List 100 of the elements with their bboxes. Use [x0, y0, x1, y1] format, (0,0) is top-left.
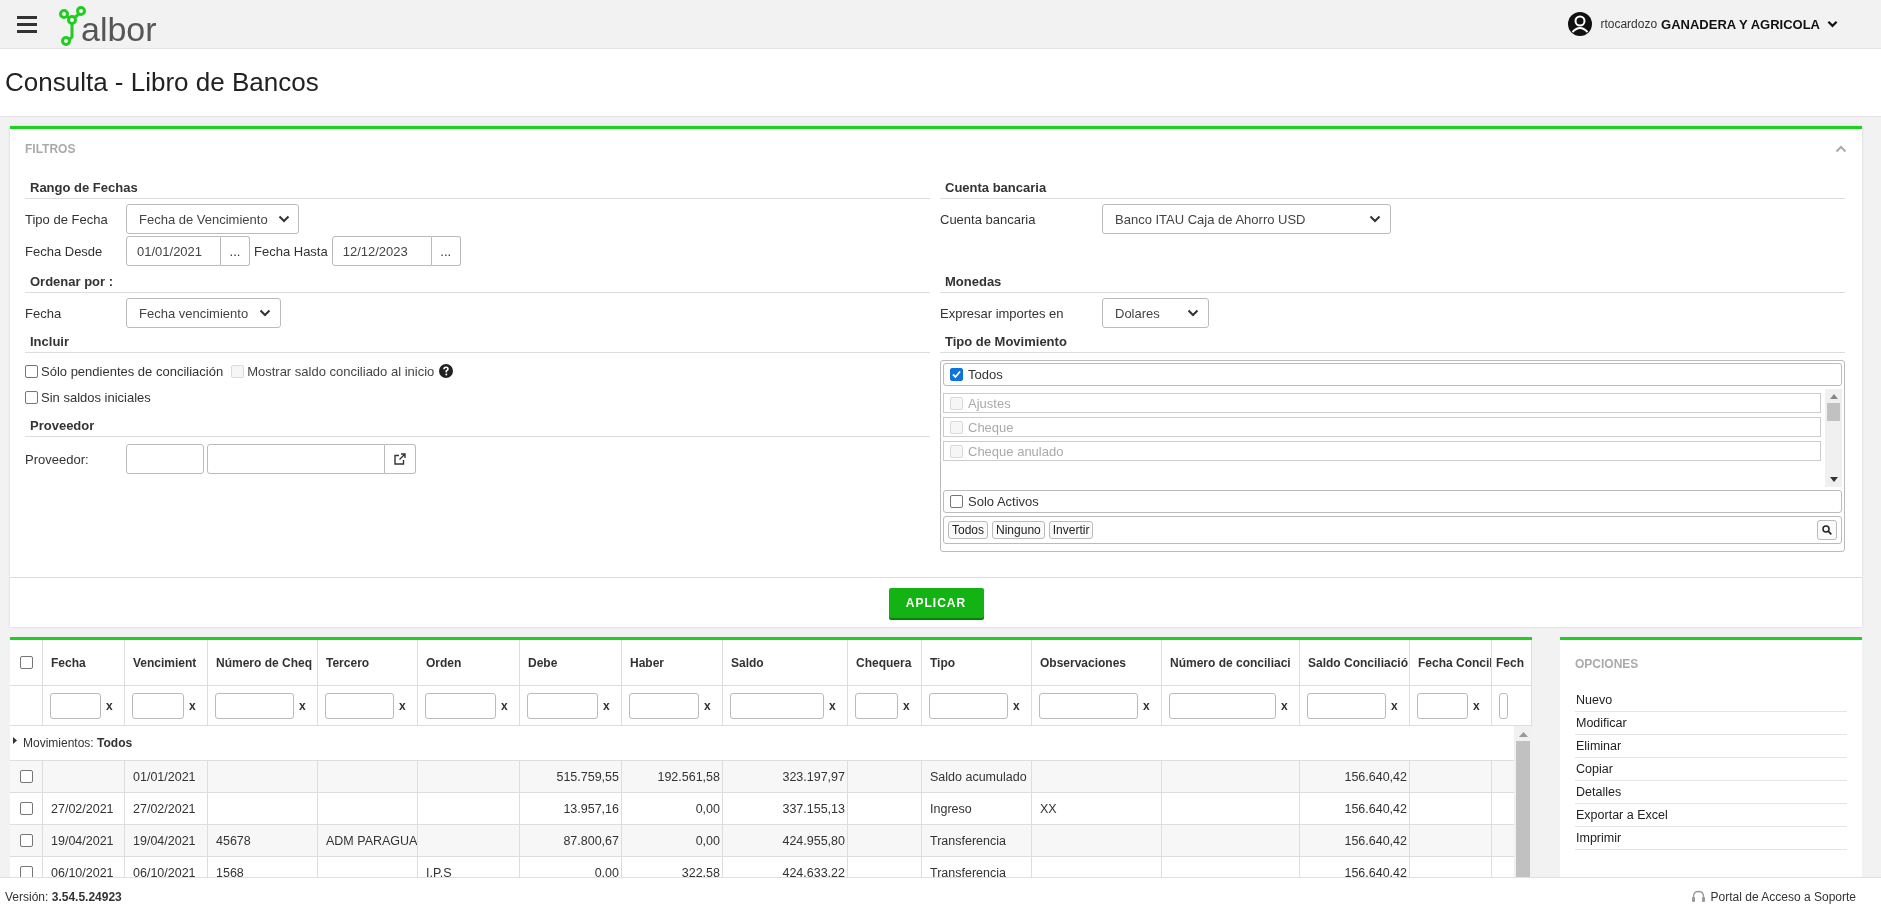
section-heading: Tipo de Movimiento [940, 332, 1845, 353]
filter-field[interactable] [325, 692, 394, 719]
filter-field[interactable] [1307, 692, 1386, 719]
filter-field[interactable] [132, 692, 184, 719]
checkbox[interactable] [19, 802, 33, 815]
supplier-name-field[interactable] [207, 444, 385, 474]
bank-account-dropdown[interactable]: Banco ITAU Caja de Ahorro USD [1102, 204, 1391, 234]
column-header[interactable]: Tercero [318, 640, 418, 685]
field-label: Tipo de Fecha [25, 211, 109, 227]
date-picker-button[interactable]: ... [221, 236, 250, 266]
column-header[interactable]: Número de conciliaci [1162, 640, 1300, 685]
open-link-button[interactable] [385, 444, 416, 474]
clear-filter-button[interactable]: x [1473, 698, 1480, 713]
table-cell: ADM PARAGUA [326, 833, 417, 848]
column-header[interactable]: Número de Cheq [208, 640, 318, 685]
checkbox[interactable] [950, 368, 963, 381]
field-label: Fecha [25, 305, 63, 321]
table-cell: 19/04/2021 [51, 833, 114, 848]
filter-field[interactable] [215, 692, 294, 719]
sort-dropdown[interactable]: Fecha vencimiento [126, 298, 281, 328]
select-button[interactable]: Todos [948, 521, 989, 539]
chevron-down-icon [1827, 20, 1838, 28]
clear-filter-button[interactable]: x [1013, 698, 1020, 713]
checkbox[interactable] [19, 770, 33, 783]
clear-filter-button[interactable]: x [299, 698, 306, 713]
date-type-dropdown[interactable]: Fecha de Vencimiento [126, 204, 299, 234]
clear-filter-button[interactable]: x [189, 698, 196, 713]
column-header[interactable]: Fech [1492, 640, 1532, 685]
section-heading: Rango de Fechas [25, 178, 930, 199]
filter-field[interactable] [855, 692, 898, 719]
table-cell: 27/02/2021 [51, 801, 114, 816]
checkbox[interactable] [19, 656, 33, 669]
column-header[interactable]: Saldo Conciliació [1300, 640, 1410, 685]
clear-filter-button[interactable]: x [1143, 698, 1150, 713]
date-field[interactable]: 12/12/2023 [331, 236, 432, 266]
option-link[interactable]: Eliminar [1575, 735, 1847, 758]
option-link[interactable]: Imprimir [1575, 827, 1847, 850]
filter-field[interactable] [1417, 692, 1468, 719]
checkbox-label: Todos [968, 367, 1003, 382]
table-cell: 156.640,42 [1344, 833, 1407, 848]
currency-dropdown[interactable]: Dolares [1102, 298, 1209, 328]
filter-field[interactable] [425, 692, 496, 719]
external-link-icon [394, 453, 406, 465]
clear-filter-button[interactable]: x [829, 698, 836, 713]
checkbox[interactable] [19, 866, 33, 877]
filter-field[interactable] [50, 692, 101, 719]
table-cell: 06/10/2021 [51, 865, 114, 877]
filter-field[interactable] [1039, 692, 1138, 719]
column-header[interactable]: Chequera [848, 640, 922, 685]
table-cell: I.P.S [426, 865, 452, 877]
user-name: rtocardozo [1600, 17, 1658, 31]
search-button[interactable] [1817, 520, 1837, 540]
clear-filter-button[interactable]: x [603, 698, 610, 713]
clear-filter-button[interactable]: x [399, 698, 406, 713]
clear-filter-button[interactable]: x [1281, 698, 1288, 713]
select-button[interactable]: Ninguno [992, 521, 1045, 539]
column-header[interactable]: Vencimient [125, 640, 208, 685]
column-header[interactable]: Tipo [922, 640, 1032, 685]
clear-filter-button[interactable]: x [903, 698, 910, 713]
scrollbar-thumb [1827, 403, 1840, 421]
support-link[interactable]: Portal de Acceso a Soporte [1710, 889, 1856, 904]
column-header[interactable]: Haber [622, 640, 723, 685]
clear-filter-button[interactable]: x [704, 698, 711, 713]
checkbox[interactable] [25, 364, 38, 378]
option-link[interactable]: Exportar a Excel [1575, 804, 1847, 827]
column-header[interactable]: Fecha [43, 640, 125, 685]
table-cell: 27/02/2021 [133, 801, 196, 816]
table-cell: Ingreso [930, 801, 972, 816]
column-header[interactable]: Fecha Concil [1410, 640, 1492, 685]
option-link[interactable]: Detalles [1575, 781, 1847, 804]
column-header[interactable]: Orden [418, 640, 520, 685]
option-link[interactable]: Nuevo [1575, 689, 1847, 712]
table-cell: 1568 [216, 865, 244, 877]
option-link[interactable]: Modificar [1575, 712, 1847, 735]
clear-filter-button[interactable]: x [501, 698, 508, 713]
column-header[interactable]: Observaciones [1032, 640, 1162, 685]
filter-field[interactable] [929, 692, 1008, 719]
supplier-code-field[interactable] [126, 444, 204, 474]
filter-field[interactable] [1499, 692, 1508, 719]
chevron-down-icon [259, 309, 271, 317]
clear-filter-button[interactable]: x [106, 698, 113, 713]
clear-filter-button[interactable]: x [1391, 698, 1398, 713]
option-link[interactable]: Copiar [1575, 758, 1847, 781]
checkbox[interactable] [950, 495, 963, 508]
checkbox-label: Solo Activos [968, 494, 1039, 509]
date-picker-button[interactable]: ... [431, 236, 461, 266]
checkbox[interactable] [25, 390, 38, 404]
table-cell: 45678 [216, 833, 251, 848]
table-cell: 06/10/2021 [133, 865, 196, 877]
filter-field[interactable] [1169, 692, 1276, 719]
filter-field[interactable] [730, 692, 824, 719]
filter-field[interactable] [527, 692, 598, 719]
select-button[interactable]: Invertir [1048, 521, 1094, 539]
column-header[interactable]: Saldo [723, 640, 848, 685]
table-cell: 01/01/2021 [133, 769, 196, 784]
table-cell: 156.640,42 [1344, 769, 1407, 784]
checkbox[interactable] [19, 834, 33, 847]
date-field[interactable]: 01/01/2021 [126, 236, 221, 266]
column-header[interactable]: Debe [520, 640, 622, 685]
filter-field[interactable] [629, 692, 699, 719]
